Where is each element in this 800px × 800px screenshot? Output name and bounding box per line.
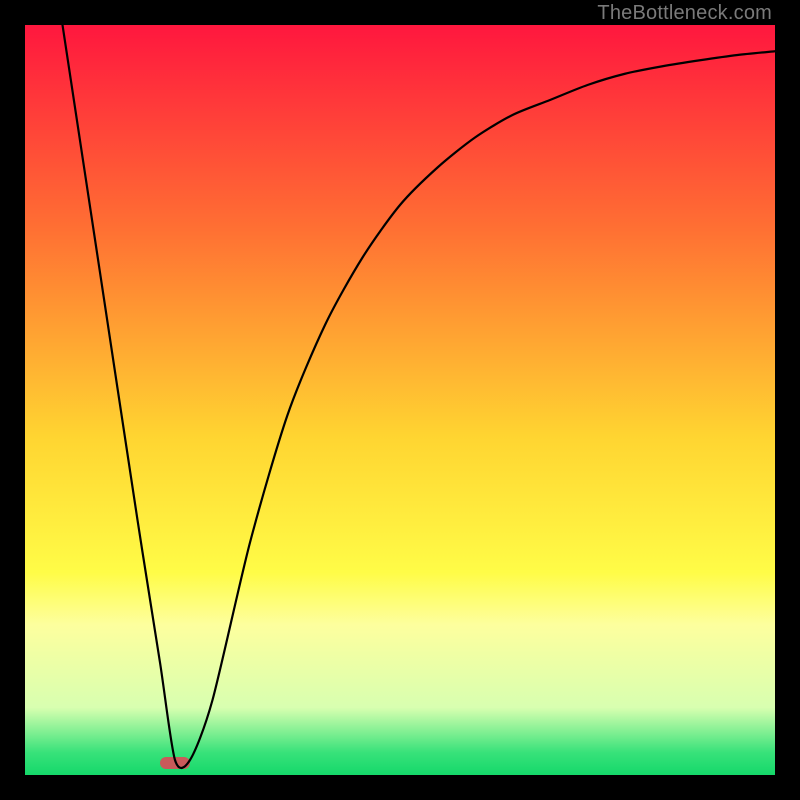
plot-area (25, 25, 775, 775)
optimal-marker (160, 757, 190, 769)
chart-frame: TheBottleneck.com (0, 0, 800, 800)
watermark-label: TheBottleneck.com (597, 2, 772, 25)
background-gradient (25, 25, 775, 775)
